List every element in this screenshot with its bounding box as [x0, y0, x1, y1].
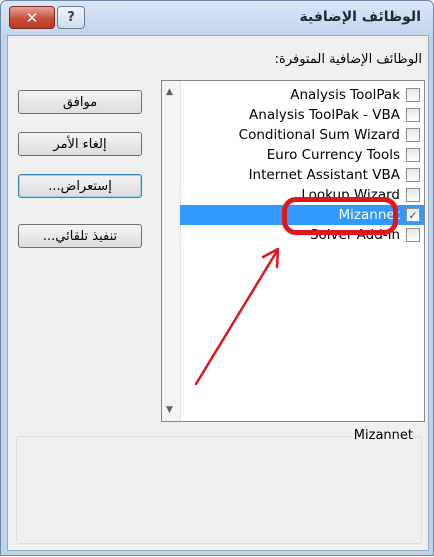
annotation-arrow	[194, 247, 280, 386]
add-ins-dialog: ✕ ? الوظائف الإضافية الوظائف الإضافية ال…	[0, 0, 434, 556]
